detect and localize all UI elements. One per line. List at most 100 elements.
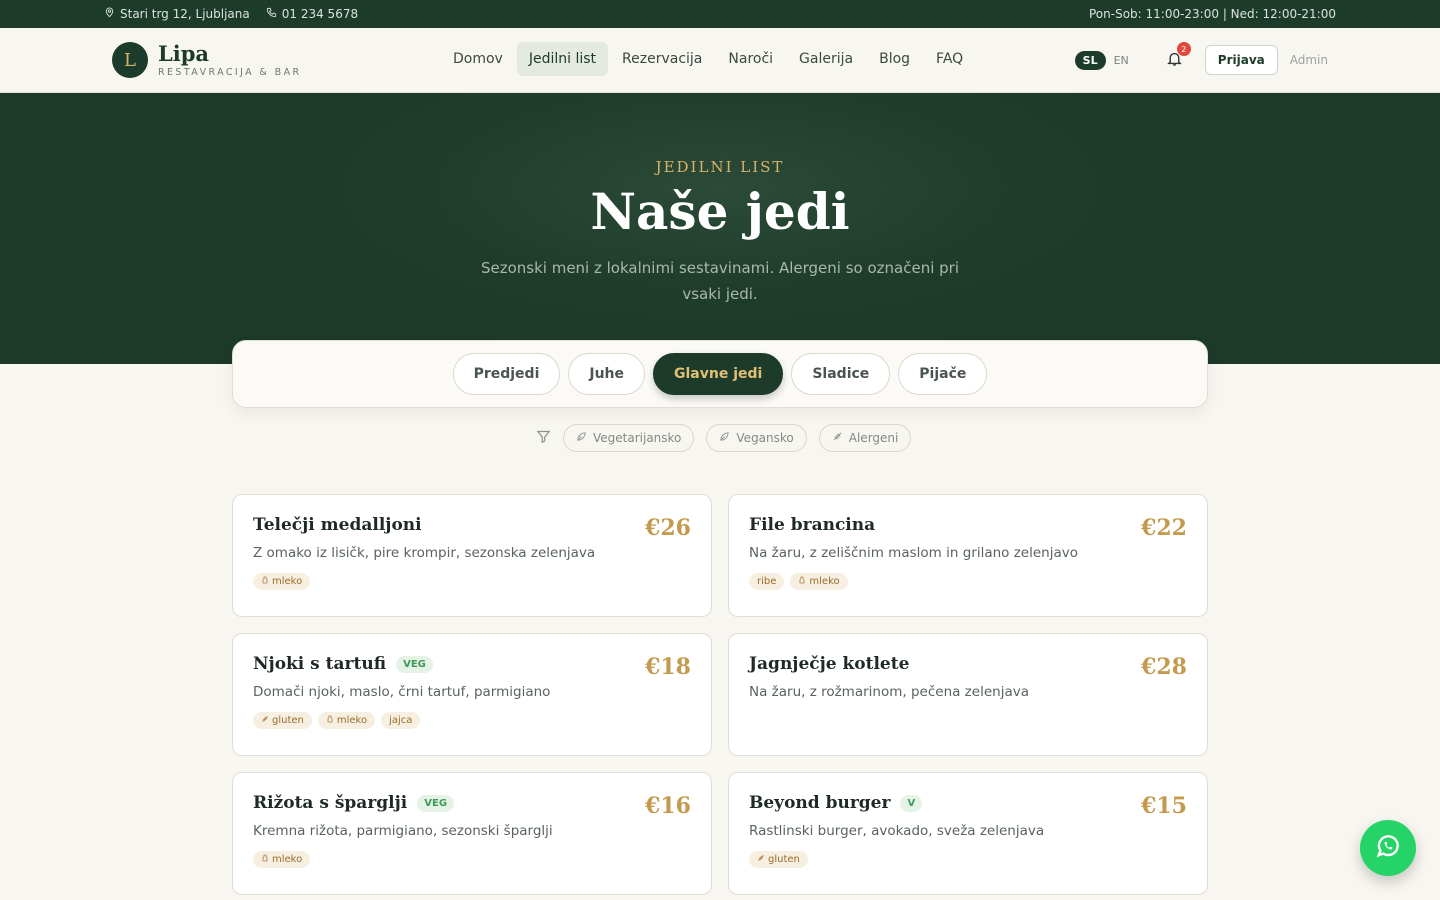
allergen-label: jajca — [389, 715, 413, 726]
nav-faq[interactable]: FAQ — [924, 42, 975, 76]
dish-name: Telečji medalljoni — [253, 515, 422, 535]
allergen-list: mleko — [253, 851, 691, 868]
dish-description: Na žaru, z zeliščnim maslom in grilano z… — [749, 545, 1078, 561]
wheat-icon — [261, 715, 269, 726]
dish-price: €16 — [645, 793, 691, 819]
filter-vegetarian-label: Vegetarijansko — [593, 431, 682, 445]
nav-order[interactable]: Naroči — [716, 42, 785, 76]
leaf-icon — [719, 431, 730, 445]
allergen-badge: mleko — [317, 712, 376, 729]
dish-price: €15 — [1141, 793, 1187, 819]
dish-description: Domači njoki, maslo, črni tartuf, parmig… — [253, 684, 551, 700]
dish-description: Na žaru, z rožmarinom, pečena zelenjava — [749, 684, 1029, 700]
lang-en[interactable]: EN — [1110, 51, 1133, 70]
filter-vegan-label: Vegansko — [736, 431, 794, 445]
filter-allergens[interactable]: Alergeni — [818, 424, 912, 452]
dish-name: File brancina — [749, 515, 876, 535]
tab-main-courses[interactable]: Glavne jedi — [653, 353, 784, 395]
nav-menu[interactable]: Jedilni list — [516, 42, 609, 76]
allergen-label: mleko — [809, 576, 840, 587]
filter-allergens-label: Alergeni — [848, 431, 899, 445]
allergen-label: mleko — [336, 715, 368, 726]
allergen-list: mleko — [253, 573, 691, 590]
allergen-badge: gluten — [749, 851, 808, 868]
address: Stari trg 12, Ljubljana — [104, 7, 250, 21]
lang-sl[interactable]: SL — [1074, 50, 1106, 70]
dish-description: Rastlinski burger, avokado, sveža zelenj… — [749, 823, 1045, 839]
dish-price: €28 — [1141, 654, 1187, 680]
milk-icon — [261, 854, 269, 865]
allergen-label: gluten — [768, 854, 800, 865]
top-info-bar: Stari trg 12, Ljubljana 01 234 5678 Pon-… — [0, 0, 1440, 28]
navbar: L Lipa RESTAVRACIJA & BAR Domov Jedilni … — [0, 28, 1440, 93]
milk-icon — [798, 576, 806, 587]
category-tabs: Predjedi Juhe Glavne jedi Sladice Pijače — [232, 340, 1208, 408]
dish-list: Telečji medalljoni €26 Z omako iz lisičk, … — [232, 494, 1208, 895]
diet-badge: V — [900, 794, 923, 812]
phone-icon — [266, 7, 277, 21]
login-button[interactable]: Prijava — [1204, 45, 1278, 75]
dish-card[interactable]: File brancina €22 Na žaru, z zeliščnim mas… — [728, 494, 1208, 617]
dish-description: Z omako iz lisičk, pire krompir, sezonsk… — [253, 545, 596, 561]
allergen-badge: jajca — [381, 712, 421, 729]
main-nav: Domov Jedilni list Rezervacija Naroči Ga… — [441, 42, 977, 76]
dish-name: Jagnječje kotlete — [749, 654, 910, 674]
logo[interactable]: L Lipa RESTAVRACIJA & BAR — [112, 42, 301, 78]
dish-card[interactable]: Beyond burger V €15 Rastlinski burger, avok… — [728, 772, 1208, 895]
allergen-badge: gluten — [253, 712, 312, 729]
dish-price: €26 — [645, 515, 691, 541]
page-title: Naše jedi — [590, 182, 850, 241]
filter-vegetarian[interactable]: Vegetarijansko — [563, 424, 695, 452]
whatsapp-button[interactable] — [1360, 820, 1416, 876]
dish-card[interactable]: Jagnječje kotlete €28 Na žaru, z rožmarino… — [728, 633, 1208, 756]
dish-price: €22 — [1141, 515, 1187, 541]
allergen-badge: mleko — [790, 573, 848, 590]
tab-soups[interactable]: Juhe — [568, 353, 646, 395]
milk-icon — [261, 576, 269, 587]
filter-icon — [536, 429, 551, 448]
tab-desserts[interactable]: Sladice — [791, 353, 891, 395]
leaf-icon — [576, 431, 587, 445]
dish-description: Kremna rižota, parmigiano, sezonski špar… — [253, 823, 553, 839]
allergen-badge: ribe — [749, 573, 785, 590]
notifications-button[interactable]: 2 — [1163, 42, 1191, 72]
phone-text: 01 234 5678 — [281, 7, 359, 21]
tab-drinks[interactable]: Pijače — [898, 353, 988, 395]
dish-name: Beyond burger — [749, 793, 891, 813]
allergen-badge: mleko — [253, 573, 311, 590]
dish-card[interactable]: Rižota s šparglji VEG €16 Kremna rižota, pa… — [232, 772, 712, 895]
dish-price: €18 — [645, 654, 691, 680]
allergen-list: gluten — [749, 851, 1187, 868]
admin-link[interactable]: Admin — [1290, 53, 1328, 67]
nav-reservation[interactable]: Rezervacija — [610, 42, 714, 76]
map-pin-icon — [104, 7, 115, 21]
wheat-icon — [832, 431, 843, 445]
dish-name: Njoki s tartufi — [253, 654, 387, 674]
diet-badge: VEG — [417, 794, 455, 812]
nav-blog[interactable]: Blog — [867, 42, 922, 76]
hero-eyebrow: JEDILNI LIST — [655, 158, 785, 176]
allergen-list: ribe mleko — [749, 573, 1187, 590]
hero-subtitle: Sezonski meni z lokalnimi sestavinami. A… — [480, 259, 960, 303]
milk-icon — [326, 715, 334, 726]
language-switcher: SL EN — [1074, 50, 1133, 70]
notification-badge: 2 — [1176, 42, 1191, 56]
dish-card[interactable]: Telečji medalljoni €26 Z omako iz lisičk, … — [232, 494, 712, 617]
allergen-badge: mleko — [253, 851, 311, 868]
phone[interactable]: 01 234 5678 — [266, 7, 358, 21]
nav-gallery[interactable]: Galerija — [787, 42, 865, 76]
allergen-label: ribe — [757, 576, 777, 587]
nav-home[interactable]: Domov — [441, 42, 515, 76]
allergen-list: gluten mleko jajca — [253, 712, 691, 729]
allergen-label: mleko — [272, 854, 303, 865]
dish-name: Rižota s šparglji — [253, 793, 408, 813]
brand-name: Lipa — [158, 40, 210, 66]
diet-filters: Vegetarijansko Vegansko Alergeni — [536, 424, 912, 452]
dish-card[interactable]: Njoki s tartufi VEG €18 Domači njoki, maslo… — [232, 633, 712, 756]
filter-vegan[interactable]: Vegansko — [706, 424, 807, 452]
brand-tagline: RESTAVRACIJA & BAR — [158, 66, 302, 78]
logo-mark: L — [112, 42, 148, 78]
tab-starters[interactable]: Predjedi — [452, 353, 561, 395]
opening-hours: Pon-Sob: 11:00-23:00 | Ned: 12:00-21:00 — [1088, 7, 1336, 21]
wheat-icon — [757, 854, 765, 865]
